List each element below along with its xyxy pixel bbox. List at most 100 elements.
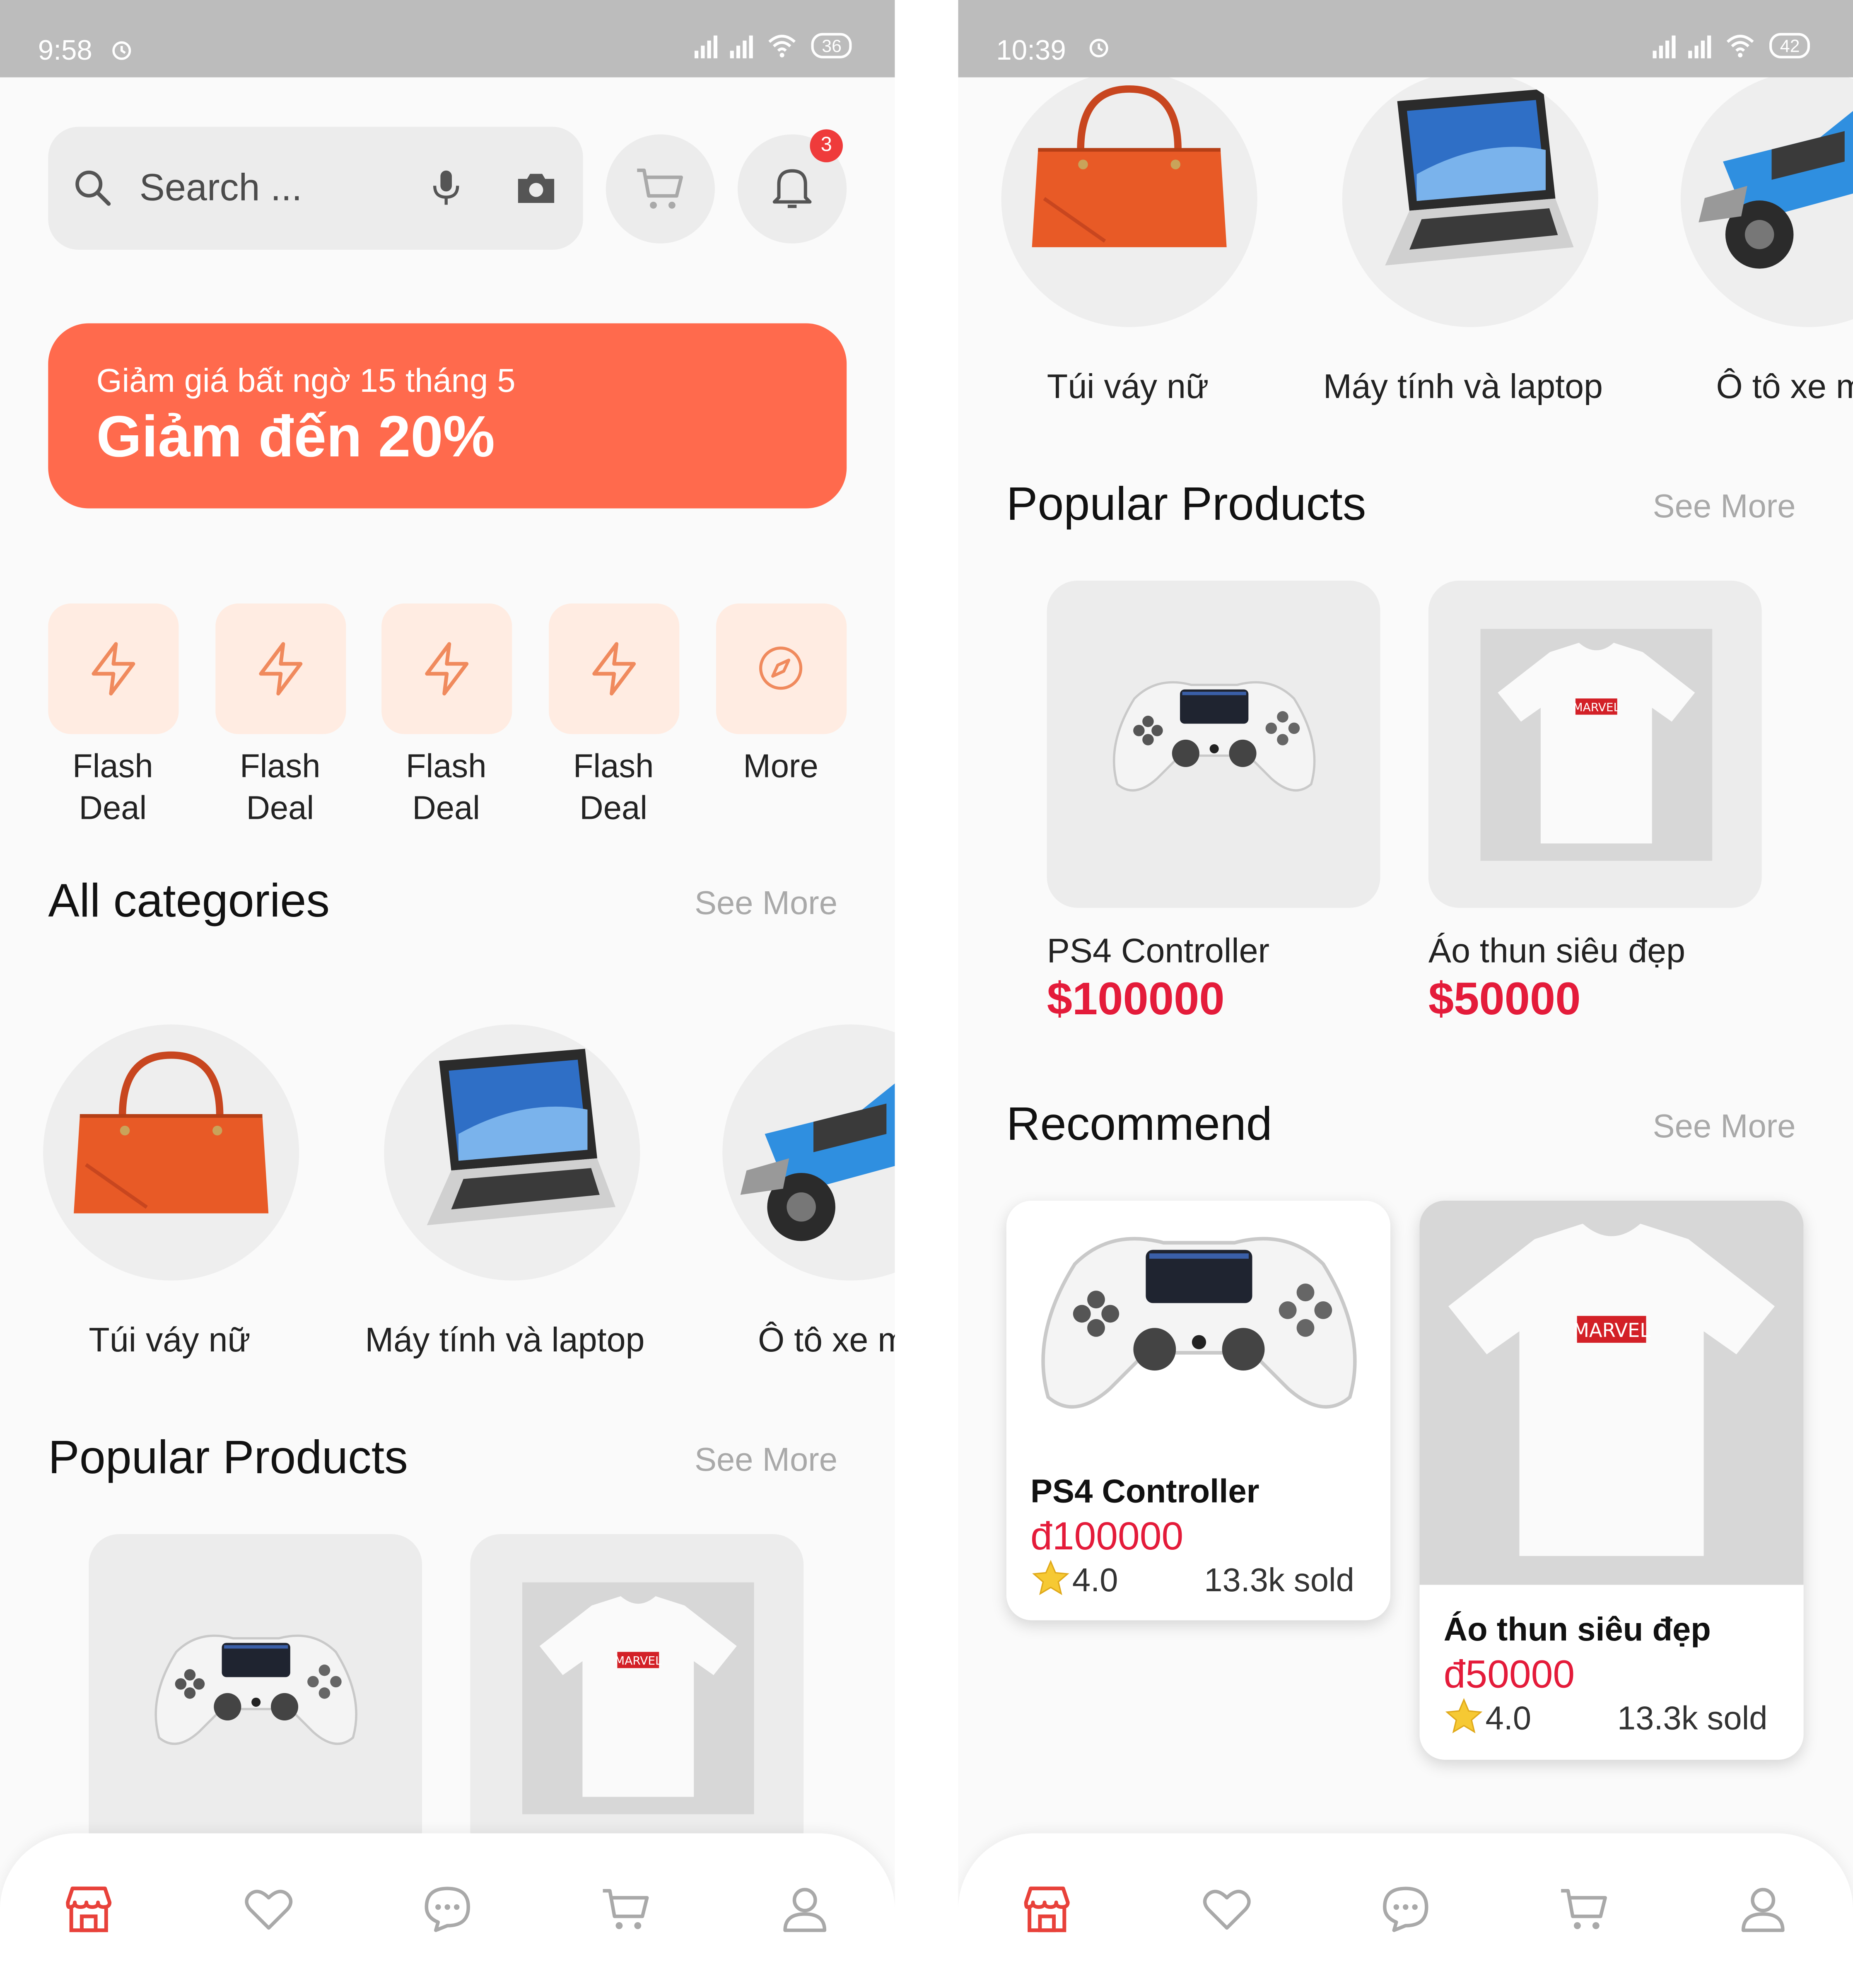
category-label-handbag[interactable]: Túi váy nữ [1047,368,1209,407]
popular-product-card-tshirt[interactable] [1428,581,1762,908]
recommend-see-more-link[interactable]: See More [1653,1107,1796,1146]
signal-icon [695,33,718,58]
category-motorbike[interactable] [1680,71,1853,327]
chat-icon[interactable] [420,1882,475,1937]
popular-product-name: PS4 Controller [1047,931,1270,970]
category-laptop[interactable] [384,1024,640,1281]
flash-deal-label-1: Flash Deal [72,747,153,827]
tshirt-image [1480,629,1712,861]
flash-deal-label-3: Flash Deal [405,747,487,827]
alarm-icon [1085,33,1113,61]
notification-badge: 3 [810,129,843,162]
handbag-image [49,1031,293,1274]
ps4-controller-image [1100,657,1328,809]
wifi-icon [766,30,799,60]
home-screen-top: 9:58 36 Search ... 3 Giảm giá bất ngờ 15… [0,0,895,1988]
flash-deal-label-4: Flash Deal [573,747,654,827]
flash-deal-label-2: Flash Deal [239,747,321,827]
star-icon [1444,1696,1484,1737]
signal-icon [1653,33,1676,58]
camera-icon[interactable] [512,165,560,213]
status-bar: 9:58 36 [0,0,895,77]
categories-see-more-link[interactable]: See More [695,884,837,923]
flash-deal-tile-2[interactable] [215,603,346,734]
category-laptop[interactable] [1342,71,1598,327]
flash-deal-tile-4[interactable] [549,603,680,734]
category-label-laptop[interactable]: Máy tính và laptop [365,1321,644,1361]
promo-banner[interactable]: Giảm giá bất ngờ 15 tháng 5 Giảm đến 20% [48,323,847,509]
lightning-icon [84,639,143,699]
popular-products-title: Popular Products [1006,478,1366,530]
lightning-icon [251,639,311,699]
cart-button[interactable] [606,134,715,244]
popular-product-card-tshirt[interactable] [470,1534,804,1861]
cart-icon[interactable] [1556,1882,1612,1937]
shop-icon[interactable] [1019,1882,1075,1937]
signal-icon-2 [1689,33,1712,58]
search-bar[interactable]: Search ... [48,127,583,250]
status-time: 10:39 [996,34,1066,66]
recommend-product-sold: 13.3k sold [1204,1561,1354,1599]
tshirt-image [522,1582,754,1814]
cart-icon [632,161,688,217]
recommend-product-price: đ100000 [1030,1514,1184,1559]
chat-icon[interactable] [1378,1882,1433,1937]
battery-indicator: 36 [811,33,852,58]
lightning-icon [417,639,477,699]
search-icon [71,166,114,209]
scooter-image [722,1024,895,1268]
tshirt-image [1419,1201,1803,1585]
popular-product-card-ps4[interactable] [89,1534,422,1861]
popular-products-title: Popular Products [48,1431,408,1484]
popular-product-price: $50000 [1428,972,1581,1025]
categories-title: All categories [48,875,330,927]
microphone-icon[interactable] [423,165,469,210]
more-tile[interactable] [716,603,847,734]
laptop-image [1349,71,1592,308]
recommend-card-ps4[interactable]: PS4 Controller đ100000 4.0 13.3k sold [1006,1200,1391,1621]
flash-deal-tile-3[interactable] [381,603,512,734]
flash-deal-tile-1[interactable] [48,603,179,734]
shop-icon[interactable] [61,1882,117,1937]
star-icon [1030,1558,1071,1599]
ps4-controller-image [142,1610,370,1762]
category-handbag[interactable] [1001,71,1257,327]
popular-see-more-link[interactable]: See More [1653,487,1796,526]
user-icon[interactable] [777,1882,833,1937]
category-label-motorbike[interactable]: Ô tô xe m [1716,368,1853,407]
category-handbag[interactable] [43,1024,299,1281]
category-motorbike[interactable] [722,1024,895,1281]
recommend-product-sold: 13.3k sold [1617,1699,1768,1737]
category-label-motorbike[interactable]: Ô tô xe m [758,1321,895,1361]
popular-product-price: $100000 [1047,972,1225,1025]
popular-see-more-link[interactable]: See More [695,1440,837,1480]
signal-icon-2 [730,33,754,58]
recommend-product-name: Áo thun siêu đẹp [1443,1610,1711,1648]
alarm-icon [108,36,135,63]
cart-icon[interactable] [598,1882,654,1937]
heart-icon[interactable] [1199,1882,1255,1937]
heart-icon[interactable] [241,1882,297,1937]
lightning-icon [584,639,644,699]
laptop-image [391,1024,634,1268]
category-label-handbag[interactable]: Túi váy nữ [89,1321,251,1361]
search-placeholder[interactable]: Search ... [140,167,302,210]
status-time: 9:58 [38,34,92,66]
banner-title: Giảm đến 20% [96,403,495,469]
category-label-laptop[interactable]: Máy tính và laptop [1323,368,1603,407]
user-icon[interactable] [1735,1882,1791,1937]
popular-product-name: Áo thun siêu đẹp [1428,931,1686,970]
recommend-product-price: đ50000 [1443,1652,1575,1696]
recommend-product-name: PS4 Controller [1030,1472,1259,1510]
bell-icon [765,160,819,213]
app-stage: 9:58 36 Search ... 3 Giảm giá bất ngờ 15… [0,0,1853,1988]
home-screen-scrolled: 10:39 42 Túi váy nữ Máy tính và laptop Ô… [958,0,1853,1988]
status-bar: 10:39 42 [958,0,1853,77]
notification-button[interactable]: 3 [738,129,847,244]
wifi-icon [1724,30,1757,60]
recommend-card-tshirt[interactable]: Áo thun siêu đẹp đ50000 4.0 13.3k sold [1419,1200,1804,1760]
popular-product-card-ps4[interactable] [1047,581,1380,908]
bottom-nav [958,1833,1853,1988]
recommend-product-rating: 4.0 [1485,1699,1532,1737]
compass-icon [757,644,805,692]
